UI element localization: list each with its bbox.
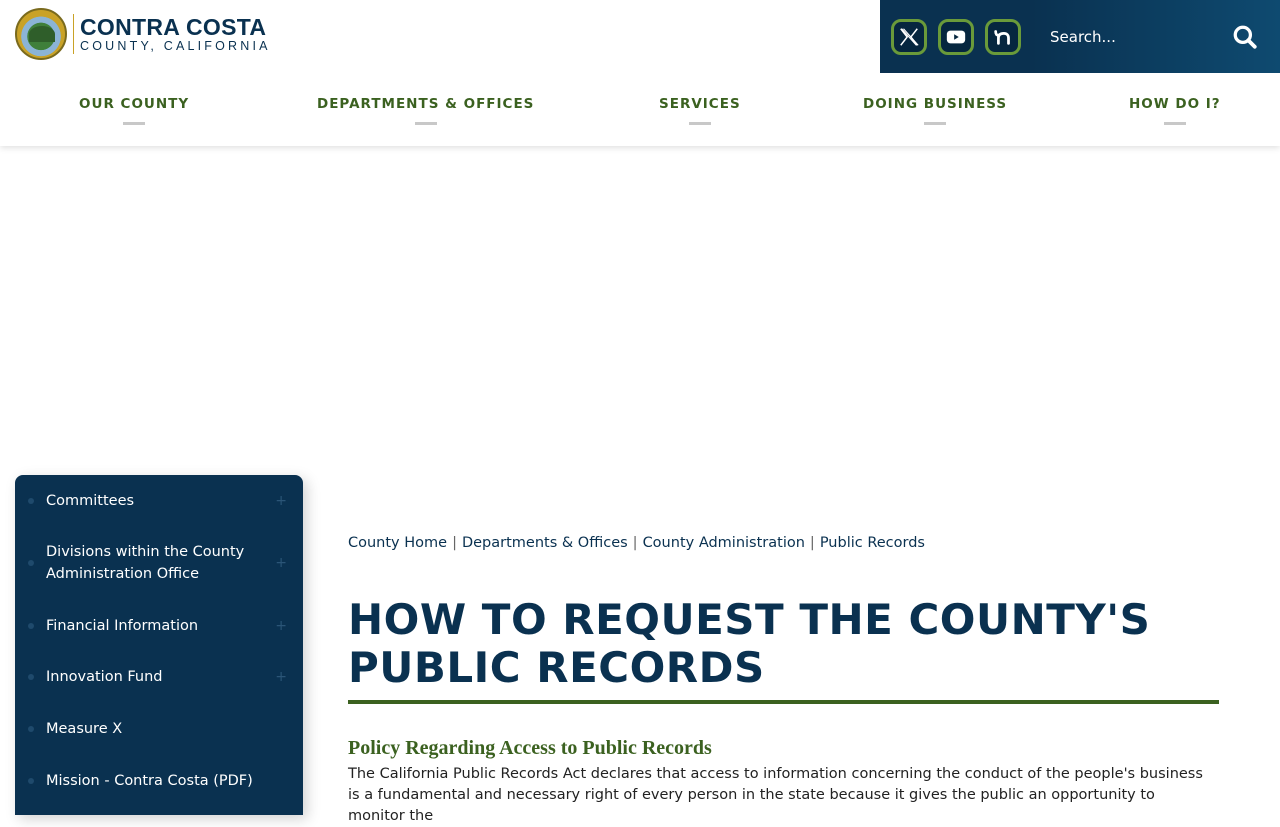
sidebar-item-label: Committees [46, 493, 135, 509]
nav-our-county[interactable]: OUR COUNTY [79, 96, 189, 125]
breadcrumb-public-records[interactable]: Public Records [820, 535, 925, 551]
expand-icon[interactable]: + [275, 493, 287, 509]
bullet-icon [28, 560, 34, 566]
search-button[interactable] [1230, 22, 1260, 52]
x-twitter-icon [899, 27, 919, 46]
sidebar-item-label: Measure X [46, 721, 123, 737]
nav-doing-business[interactable]: DOING BUSINESS [863, 96, 1007, 125]
sidebar-item-label: Divisions within the County Administrati… [46, 544, 245, 582]
nav-label: HOW DO I? [1129, 96, 1221, 112]
bullet-icon [28, 674, 34, 680]
sidebar-item-committees[interactable]: Committees + [15, 489, 303, 513]
search-icon [1233, 25, 1257, 49]
search-box [1031, 0, 1280, 73]
nav-underline [688, 122, 711, 125]
sidebar-item-label: Mission - Contra Costa (PDF) [46, 773, 253, 789]
expand-icon[interactable]: + [275, 555, 287, 571]
breadcrumb-county-home[interactable]: County Home [348, 535, 447, 551]
logo-divider [73, 14, 74, 54]
expand-icon[interactable]: + [275, 618, 287, 634]
hero-banner [0, 146, 1280, 444]
nav-departments-offices[interactable]: DEPARTMENTS & OFFICES [317, 96, 534, 125]
breadcrumb-separator: | [452, 535, 457, 551]
nav-how-do-i[interactable]: HOW DO I? [1129, 96, 1221, 125]
logo-subtitle: COUNTY, CALIFORNIA [80, 39, 271, 53]
x-twitter-link[interactable] [890, 18, 927, 55]
nav-label: DEPARTMENTS & OFFICES [317, 96, 535, 112]
title-divider [348, 700, 1219, 704]
sidebar-item-financial-information[interactable]: Financial Information + [15, 614, 303, 638]
bullet-icon [28, 623, 34, 629]
sidebar-item-label: Financial Information [46, 618, 199, 634]
nextdoor-icon [993, 29, 1010, 45]
nav-label: OUR COUNTY [79, 96, 190, 112]
sidebar-item-divisions[interactable]: Divisions within the County Administrati… [15, 541, 303, 585]
bullet-icon [28, 498, 34, 504]
breadcrumb-county-administration[interactable]: County Administration [643, 535, 805, 551]
sidebar-menu: Committees + Divisions within the County… [15, 475, 303, 815]
nav-underline [1163, 122, 1186, 125]
nav-label: DOING BUSINESS [863, 96, 1008, 112]
body-paragraph: The California Public Records Act declar… [348, 766, 1203, 824]
youtube-link[interactable] [937, 18, 974, 55]
social-links [880, 0, 1031, 73]
site-header: CONTRA COSTA COUNTY, CALIFORNIA Search..… [0, 0, 1280, 146]
expand-icon[interactable]: + [275, 669, 287, 685]
county-logo[interactable]: CONTRA COSTA COUNTY, CALIFORNIA [15, 8, 271, 60]
sidebar-item-innovation-fund[interactable]: Innovation Fund + [15, 665, 303, 689]
section-heading: Policy Regarding Access to Public Record… [348, 737, 712, 759]
breadcrumb: County Home | Departments & Offices | County… [348, 535, 925, 551]
bullet-icon [28, 726, 34, 732]
main-navigation: OUR COUNTY DEPARTMENTS & OFFICES SERVICE… [0, 80, 1280, 130]
sidebar-item-mission-pdf[interactable]: Mission - Contra Costa (PDF) [15, 769, 303, 793]
youtube-icon [946, 30, 965, 43]
top-utility-bar [880, 0, 1280, 73]
nav-underline [414, 122, 437, 125]
page-title: HOW TO REQUEST THE COUNTY'S PUBLIC RECOR… [348, 595, 1151, 692]
sidebar-item-label: Innovation Fund [46, 669, 163, 685]
breadcrumb-departments-offices[interactable]: Departments & Offices [462, 535, 628, 551]
breadcrumb-separator: | [809, 535, 815, 551]
nextdoor-link[interactable] [984, 18, 1021, 55]
logo-text: CONTRA COSTA COUNTY, CALIFORNIA [80, 15, 271, 53]
nav-services[interactable]: SERVICES [659, 96, 741, 125]
bullet-icon [28, 778, 34, 784]
nav-underline [123, 122, 146, 125]
nav-underline [924, 122, 947, 125]
logo-title: CONTRA COSTA [80, 14, 267, 40]
search-input[interactable] [1050, 27, 1220, 46]
sidebar-item-measure-x[interactable]: Measure X [15, 717, 303, 741]
nav-label: SERVICES [659, 96, 741, 112]
county-seal-icon [15, 8, 67, 60]
breadcrumb-separator: | [632, 535, 638, 551]
